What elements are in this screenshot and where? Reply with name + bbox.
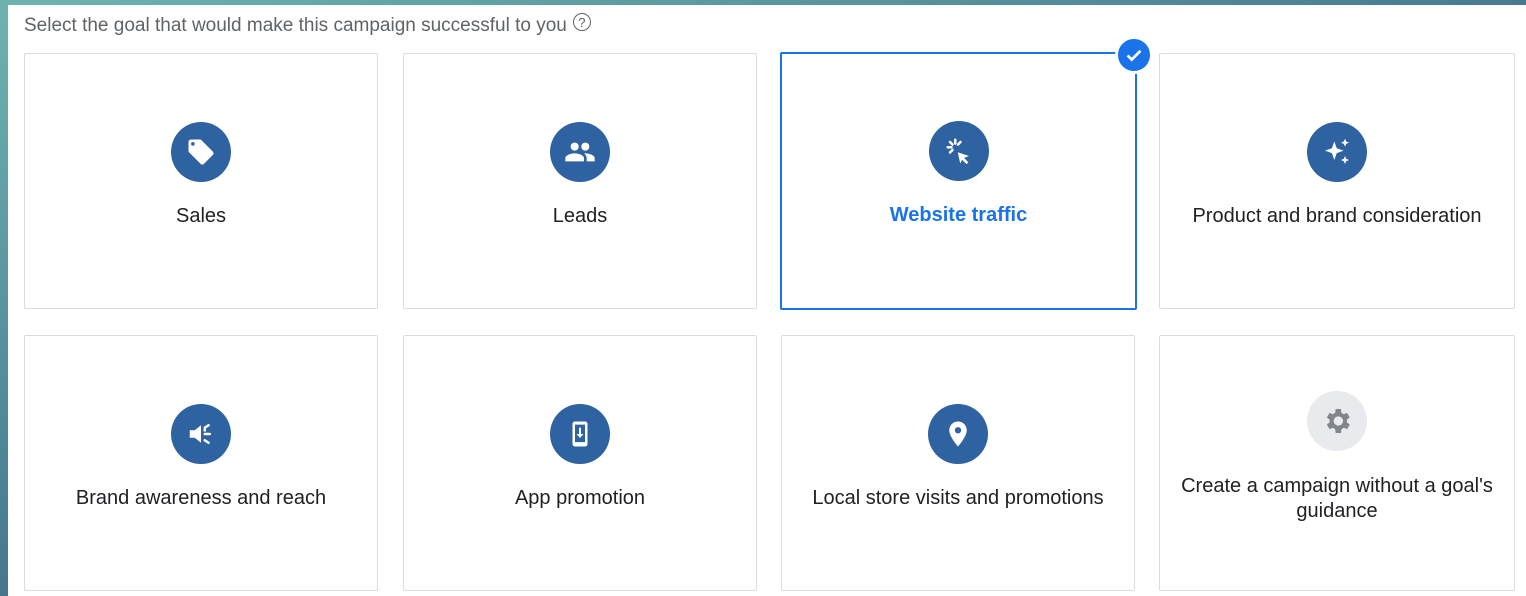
goal-label: Leads xyxy=(552,205,608,227)
selected-check-icon xyxy=(1115,36,1153,74)
location-pin-icon xyxy=(928,404,988,464)
goal-label: Local store visits and promotions xyxy=(812,487,1104,509)
goal-label: Brand awareness and reach xyxy=(75,487,327,509)
page-title: Select the goal that would make this cam… xyxy=(24,13,591,37)
goal-card-product-brand-consideration[interactable]: Product and brand consideration xyxy=(1159,53,1515,309)
goal-card-sales[interactable]: Sales xyxy=(24,53,378,309)
gear-icon xyxy=(1307,391,1367,451)
goal-card-website-traffic[interactable]: Website traffic xyxy=(780,36,1153,310)
goal-label: Website traffic xyxy=(889,204,1028,226)
people-icon xyxy=(550,122,610,182)
help-icon[interactable]: ? xyxy=(572,13,591,31)
goal-card-app-promotion[interactable]: App promotion xyxy=(403,335,757,591)
goal-card-brand-awareness[interactable]: Brand awareness and reach xyxy=(24,335,378,591)
goal-card-leads[interactable]: Leads xyxy=(403,53,757,309)
goal-card-local-store-visits[interactable]: Local store visits and promotions xyxy=(781,335,1135,591)
goal-card-no-guidance[interactable]: Create a campaign without a goal's guida… xyxy=(1159,335,1515,591)
heading-text: Select the goal that would make this cam… xyxy=(24,15,567,36)
goal-label: Product and brand consideration xyxy=(1192,205,1482,227)
phone-download-icon xyxy=(550,404,610,464)
megaphone-icon xyxy=(171,404,231,464)
tag-icon xyxy=(171,122,231,182)
sparkle-icon xyxy=(1307,122,1367,182)
cursor-click-icon xyxy=(928,121,989,181)
goal-label: Sales xyxy=(175,205,227,227)
goal-label: App promotion xyxy=(514,487,646,509)
goal-label: Create a campaign without a goal's guida… xyxy=(1181,475,1493,522)
goal-selection-panel: Select the goal that would make this cam… xyxy=(8,5,1526,596)
